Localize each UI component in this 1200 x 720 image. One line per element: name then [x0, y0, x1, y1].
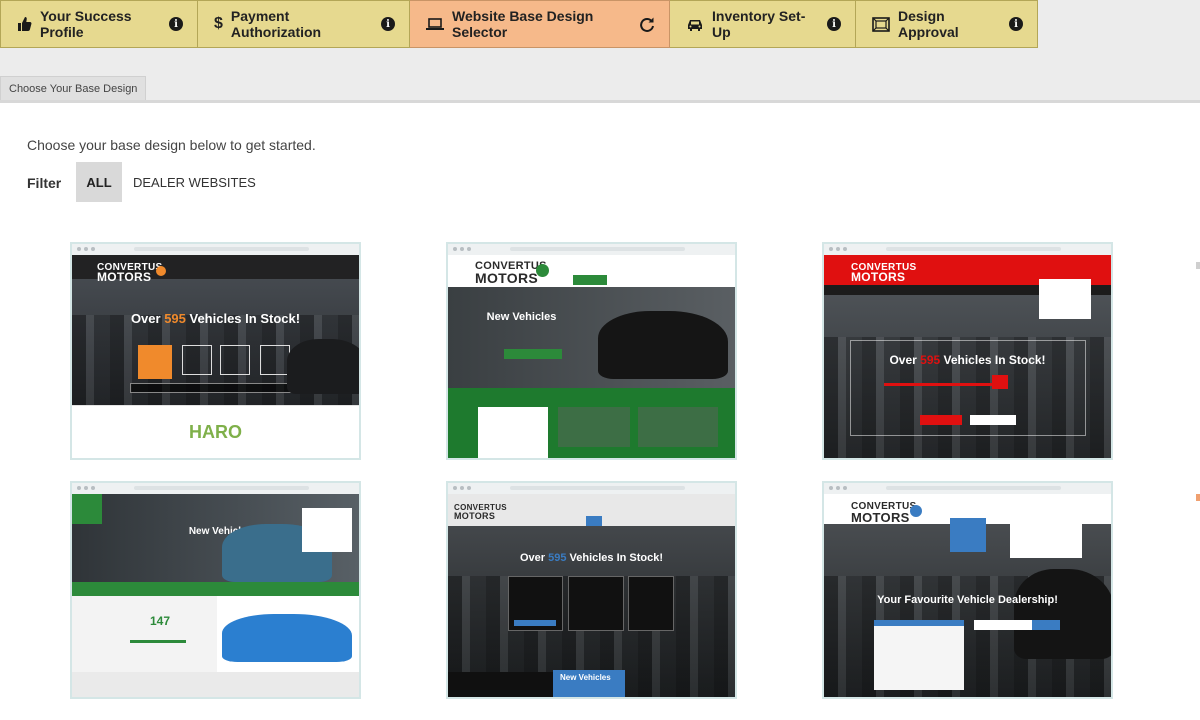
brand-logo: CONVERTUS MOTORS	[851, 501, 917, 525]
browser-chrome	[824, 483, 1111, 494]
preview-headline: Over 595 Vehicles In Stock!	[519, 552, 664, 564]
filter-all-button[interactable]: ALL	[76, 162, 122, 202]
browser-chrome	[72, 244, 359, 255]
design-card-haro[interactable]: CONVERTUS MOTORS Over 595 Vehicles In Sto…	[70, 242, 361, 460]
frame-icon	[872, 16, 890, 32]
preview-value: 147	[150, 614, 171, 628]
step-label: Inventory Set-Up	[712, 8, 806, 40]
brand-logo: CONVERTUS MOTORS	[851, 262, 917, 284]
preview-headline: New Vehicles	[486, 311, 557, 323]
design-card-2[interactable]: CONVERTUS MOTORS New Vehicles	[446, 242, 737, 460]
design-card-3[interactable]: CONVERTUS MOTORS Over 595 Vehicles In Sto…	[822, 242, 1113, 460]
laptop-icon	[426, 18, 444, 30]
divider	[0, 100, 1200, 103]
tab-choose-base-design[interactable]: Choose Your Base Design	[0, 76, 147, 101]
thumbs-up-icon	[17, 17, 32, 31]
design-caption: HARO	[72, 405, 359, 458]
step-inventory-set-up[interactable]: Inventory Set-Up i	[670, 0, 856, 48]
info-icon[interactable]: i	[1009, 17, 1023, 31]
design-preview: CONVERTUS MOTORS Your Favourite Vehicle D…	[824, 494, 1111, 697]
wizard-steps: Your Success Profile i $ Payment Authori…	[0, 0, 1038, 48]
browser-chrome	[448, 483, 735, 494]
preview-subheading: New Vehicles	[560, 673, 611, 682]
design-preview: CONVERTUS MOTORS Over 595 Vehicles In Sto…	[448, 494, 735, 697]
design-preview: New Vehicles 147	[72, 494, 359, 697]
design-preview: CONVERTUS MOTORS Over 595 Vehicles In Sto…	[824, 255, 1111, 458]
info-icon[interactable]: i	[381, 17, 395, 31]
top-bar: Your Success Profile i $ Payment Authori…	[0, 0, 1200, 101]
design-preview: CONVERTUS MOTORS Over 595 Vehicles In Sto…	[72, 255, 359, 405]
design-preview: CONVERTUS MOTORS New Vehicles	[448, 255, 735, 458]
step-label: Your Success Profile	[40, 8, 132, 40]
step-design-approval[interactable]: Design Approval i	[856, 0, 1038, 48]
filter-dealer-websites-button[interactable]: DEALER WEBSITES	[133, 175, 256, 190]
brand-logo: CONVERTUS MOTORS	[454, 503, 507, 521]
refresh-icon[interactable]	[639, 16, 655, 32]
next-card-edge	[1196, 494, 1200, 501]
step-label: Payment Authorization	[230, 8, 322, 40]
filter-label: Filter	[27, 175, 62, 191]
brand-logo: CONVERTUS MOTORS	[97, 262, 163, 284]
step-payment-authorization[interactable]: $ Payment Authorization i	[198, 0, 410, 48]
car-icon	[686, 18, 704, 31]
browser-chrome	[72, 483, 359, 494]
next-card-edge	[1196, 262, 1200, 269]
step-success-profile[interactable]: Your Success Profile i	[0, 0, 198, 48]
intro-text: Choose your base design below to get sta…	[27, 137, 316, 153]
design-card-6[interactable]: CONVERTUS MOTORS Your Favourite Vehicle D…	[822, 481, 1113, 699]
browser-chrome	[448, 244, 735, 255]
design-card-4[interactable]: New Vehicles 147	[70, 481, 361, 699]
step-label: Design Approval	[898, 8, 959, 40]
browser-chrome	[824, 244, 1111, 255]
info-icon[interactable]: i	[169, 17, 183, 31]
step-website-base-design-selector[interactable]: Website Base Design Selector	[410, 0, 670, 48]
preview-headline: Over 595 Vehicles In Stock!	[130, 311, 301, 326]
preview-headline: Over 595 Vehicles In Stock!	[889, 353, 1046, 367]
preview-headline: Your Favourite Vehicle Dealership!	[877, 594, 1058, 606]
design-card-5[interactable]: CONVERTUS MOTORS Over 595 Vehicles In Sto…	[446, 481, 737, 699]
info-icon[interactable]: i	[827, 17, 841, 31]
step-label: Website Base Design Selector	[452, 8, 594, 40]
dollar-icon: $	[214, 15, 223, 32]
